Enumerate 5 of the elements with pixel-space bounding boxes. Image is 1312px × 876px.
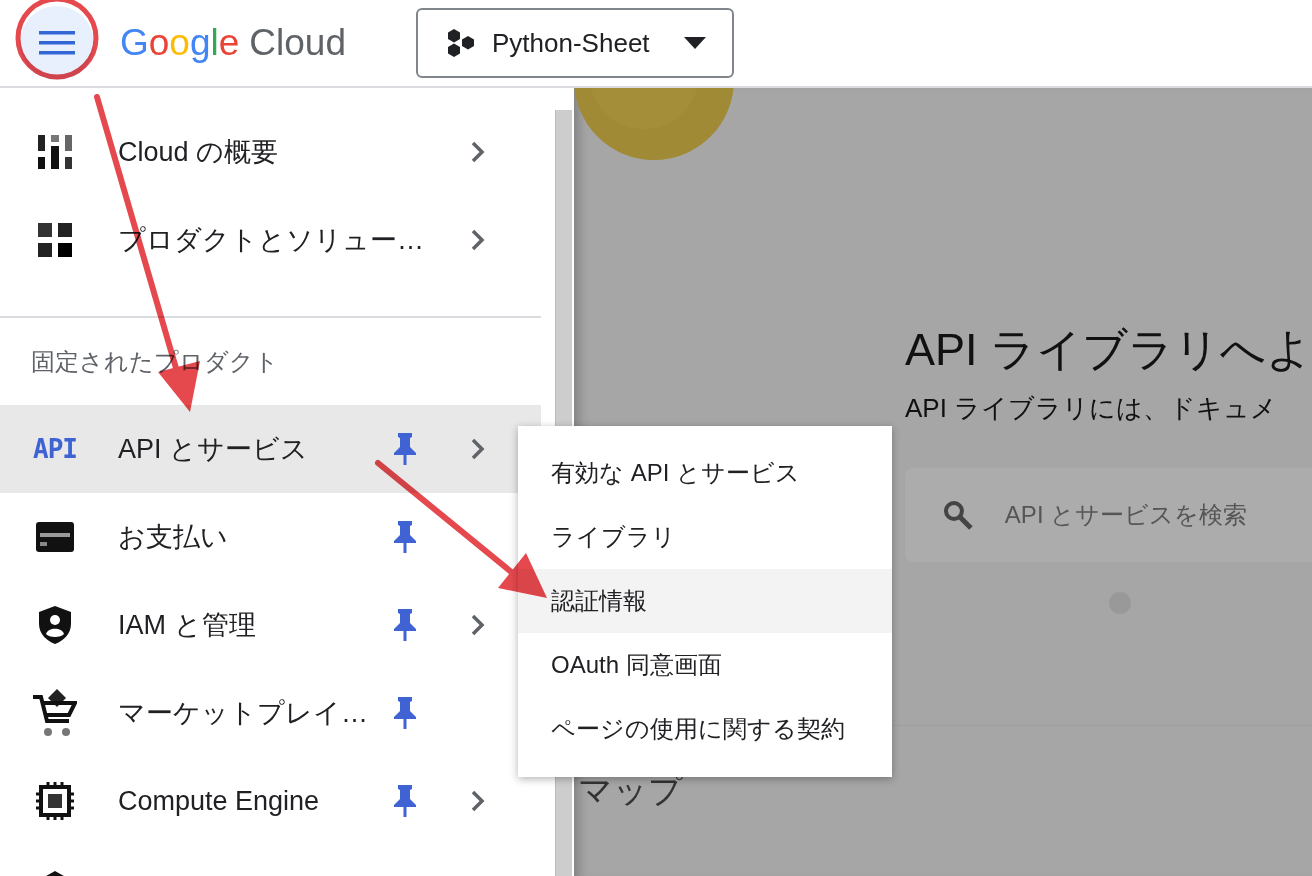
logo-wordmark: Google — [120, 22, 240, 64]
api-icon: API — [33, 434, 77, 464]
logo-product-name: Cloud — [249, 22, 346, 64]
page-description: API ライブラリには、ドキュメ — [905, 392, 1279, 425]
page-heading: API ライブラリへよ — [905, 323, 1312, 377]
